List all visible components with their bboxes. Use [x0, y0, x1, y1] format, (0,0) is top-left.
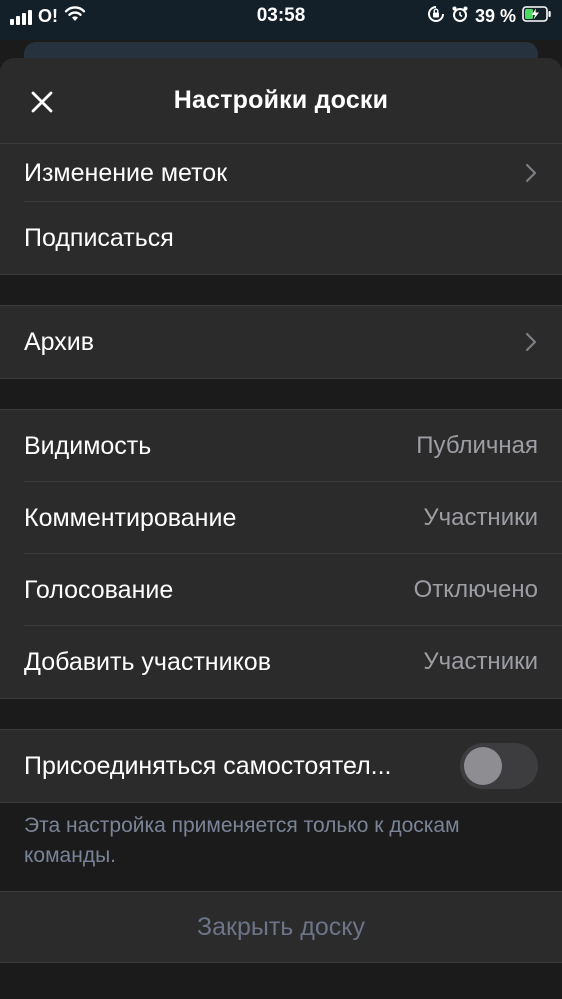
- self-join-toggle[interactable]: [460, 743, 538, 789]
- section-spacer: [0, 699, 562, 729]
- row-value: Публичная: [416, 432, 538, 459]
- screen: O! 03:58 39 % Настройки доски Изменение …: [0, 0, 562, 999]
- row-label: Архив: [24, 327, 95, 356]
- sheet-title: Настройки доски: [173, 86, 389, 114]
- close-board-label: Закрыть доску: [197, 912, 365, 941]
- subscribe-row[interactable]: Подписаться: [0, 202, 562, 274]
- archive-group: Архив: [0, 305, 562, 379]
- close-board-button[interactable]: Закрыть доску: [0, 891, 562, 963]
- row-label: Добавить участников: [24, 647, 271, 676]
- row-value: Участники: [423, 648, 538, 675]
- status-bar: O! 03:58 39 %: [0, 0, 562, 40]
- board-settings-sheet: Настройки доски Изменение меток Подписат…: [0, 58, 562, 999]
- archive-row[interactable]: Архив: [0, 306, 562, 378]
- row-label: Изменение меток: [24, 158, 228, 187]
- row-value: Отключено: [413, 576, 538, 603]
- section-spacer: [0, 275, 562, 305]
- self-join-footnote: Эта настройка применяется только к доска…: [24, 814, 460, 867]
- permissions-group: Видимость Публичная Комментирование Учас…: [0, 409, 562, 699]
- row-label: Подписаться: [24, 223, 174, 252]
- edit-labels-row[interactable]: Изменение меток: [0, 144, 562, 202]
- status-right: 39 %: [427, 5, 552, 28]
- commenting-row[interactable]: Комментирование Участники: [0, 482, 562, 554]
- alarm-icon: [451, 5, 469, 28]
- status-left: O!: [10, 6, 86, 27]
- signal-icon: [10, 9, 32, 25]
- battery-label: 39 %: [474, 6, 516, 26]
- section-spacer: [0, 379, 562, 409]
- sheet-header: Настройки доски: [0, 58, 562, 144]
- toggle-knob: [464, 747, 502, 785]
- visibility-row[interactable]: Видимость Публичная: [0, 410, 562, 482]
- carrier-label: O!: [38, 6, 58, 26]
- battery-charging-icon: [522, 6, 552, 27]
- add-members-row[interactable]: Добавить участников Участники: [0, 626, 562, 698]
- wifi-icon: [64, 6, 86, 27]
- orientation-lock-icon: [427, 5, 445, 28]
- row-label: Голосование: [24, 575, 174, 604]
- row-label: Присоединяться самостоятел...: [24, 751, 392, 780]
- row-label: Комментирование: [24, 503, 237, 532]
- self-join-group: Присоединяться самостоятел...: [0, 729, 562, 803]
- labels-group: Изменение меток Подписаться: [0, 144, 562, 275]
- self-join-row: Присоединяться самостоятел...: [0, 730, 562, 802]
- row-value: Участники: [423, 504, 538, 531]
- voting-row[interactable]: Голосование Отключено: [0, 554, 562, 626]
- row-label: Видимость: [24, 431, 152, 460]
- chevron-right-icon: [524, 330, 538, 354]
- chevron-right-icon: [524, 161, 538, 185]
